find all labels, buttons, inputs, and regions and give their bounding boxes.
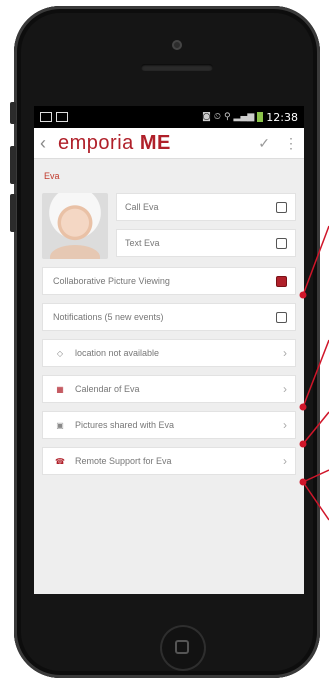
earpiece-speaker	[141, 64, 213, 71]
message-icon	[276, 237, 287, 249]
volume-up-button	[10, 146, 16, 184]
chevron-right-icon: ›	[283, 454, 287, 468]
wifi-icon: ⚲	[223, 112, 231, 122]
call-label: Call Eva	[125, 202, 159, 212]
app-bar: ‹ emporia ME ✓ ⋮	[34, 128, 304, 159]
contact-name: Eva	[44, 171, 60, 181]
notifications-icon	[276, 311, 287, 323]
front-camera	[172, 40, 182, 50]
nfc-icon: ◙	[202, 112, 211, 122]
pictures-item[interactable]: ▣ Pictures shared with Eva ›	[42, 411, 296, 439]
signal-icon: ▂▄▆	[233, 112, 255, 122]
status-left-icons	[40, 112, 68, 122]
overflow-menu-icon[interactable]: ⋮	[284, 135, 298, 152]
list-item-label: Remote Support for Eva	[75, 456, 172, 466]
list-item-label: Notifications (5 new events)	[53, 312, 164, 322]
clock: 12:38	[266, 110, 298, 124]
phone-icon	[276, 201, 287, 213]
support-icon: ☎	[55, 456, 65, 466]
battery-icon	[257, 112, 264, 122]
list-item-label: Pictures shared with Eva	[75, 420, 175, 430]
home-square-icon	[175, 640, 189, 654]
list-item-label: Collaborative Picture Viewing	[53, 276, 170, 286]
list-item-label: location not available	[75, 348, 160, 358]
location-item[interactable]: ◇ location not available ›	[42, 339, 296, 367]
picture-viewing-item[interactable]: Collaborative Picture Viewing	[42, 267, 296, 295]
home-button[interactable]	[160, 625, 206, 671]
logo-middle: ia	[117, 131, 134, 154]
screen: ◙ ⏲ ⚲ ▂▄▆ 12:38 ‹ emporia ME ✓ ⋮ Eva Cal…	[34, 106, 304, 594]
avatar	[42, 193, 108, 259]
calendar-item[interactable]: ▦ Calendar of Eva ›	[42, 375, 296, 403]
picture-icon: ▣	[56, 420, 64, 430]
logo-suffix: ME	[139, 131, 171, 154]
text-button[interactable]: Text Eva	[116, 229, 296, 257]
call-button[interactable]: Call Eva	[116, 193, 296, 221]
remote-support-item[interactable]: ☎ Remote Support for Eva ›	[42, 447, 296, 475]
location-icon: ◇	[56, 348, 64, 358]
status-bar: ◙ ⏲ ⚲ ▂▄▆ 12:38	[34, 106, 304, 128]
status-right-icons: ◙ ⏲ ⚲ ▂▄▆ 12:38	[202, 111, 298, 124]
app-logo: emporia ME	[58, 132, 171, 155]
gallery-notification-icon	[40, 112, 52, 122]
logo-prefix: empor	[58, 131, 118, 154]
menu-list: Collaborative Picture Viewing Notificati…	[34, 259, 304, 475]
picture-viewing-icon	[276, 275, 287, 287]
chevron-right-icon: ›	[283, 418, 287, 432]
mute-switch	[10, 102, 16, 124]
chevron-right-icon: ›	[283, 346, 287, 360]
list-item-label: Calendar of Eva	[75, 384, 140, 394]
calendar-icon: ▦	[56, 384, 64, 394]
check-icon[interactable]: ✓	[258, 135, 270, 152]
text-label: Text Eva	[125, 238, 160, 248]
back-chevron-icon[interactable]: ‹	[40, 133, 58, 154]
volume-down-button	[10, 194, 16, 232]
alarm-icon: ⏲	[213, 112, 221, 122]
chevron-right-icon: ›	[283, 382, 287, 396]
notifications-item[interactable]: Notifications (5 new events)	[42, 303, 296, 331]
calendar-notification-icon	[56, 112, 68, 122]
